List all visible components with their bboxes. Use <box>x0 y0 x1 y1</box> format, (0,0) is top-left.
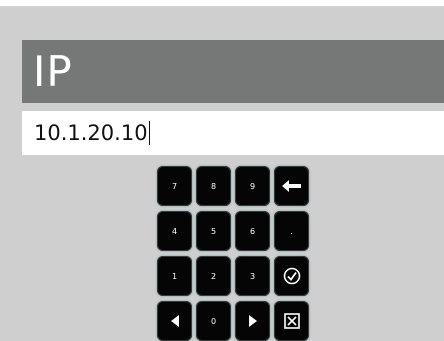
key-6[interactable]: 6 <box>235 211 270 251</box>
key-4[interactable]: 4 <box>157 211 192 251</box>
key-9[interactable]: 9 <box>235 166 270 206</box>
cursor-left-key[interactable] <box>157 301 192 341</box>
arrow-left-icon <box>170 315 179 327</box>
title-bar: IP <box>22 40 444 103</box>
key-label: . <box>290 226 293 236</box>
ip-input-field[interactable]: 10.1.20.10 <box>22 111 444 155</box>
confirm-key[interactable] <box>274 256 309 296</box>
ip-input-value: 10.1.20.10 <box>34 121 148 145</box>
key-0[interactable]: 0 <box>196 301 231 341</box>
top-strip <box>0 0 444 6</box>
key-8[interactable]: 8 <box>196 166 231 206</box>
text-caret <box>148 121 150 145</box>
key-label: 8 <box>210 181 217 191</box>
cancel-key[interactable] <box>274 301 309 341</box>
cancel-x-icon <box>283 313 300 329</box>
key-label: 6 <box>249 226 256 236</box>
key-1[interactable]: 1 <box>157 256 192 296</box>
key-decimal-point[interactable]: . <box>274 211 309 251</box>
key-7[interactable]: 7 <box>157 166 192 206</box>
key-label: 4 <box>171 226 178 236</box>
key-label: 0 <box>210 316 217 326</box>
key-label: 3 <box>249 271 256 281</box>
key-label: 2 <box>210 271 217 281</box>
key-5[interactable]: 5 <box>196 211 231 251</box>
key-label: 9 <box>249 181 256 191</box>
key-label: 7 <box>171 181 178 191</box>
cursor-right-key[interactable] <box>235 301 270 341</box>
backspace-key[interactable] <box>274 166 309 206</box>
page-title: IP <box>33 46 73 96</box>
key-label: 1 <box>171 271 178 281</box>
numeric-keypad: 7 8 9 4 5 6 . 1 2 3 0 <box>157 166 309 341</box>
key-3[interactable]: 3 <box>235 256 270 296</box>
key-label: 5 <box>210 226 217 236</box>
arrow-right-icon <box>248 315 257 327</box>
confirm-check-icon <box>283 267 300 285</box>
key-2[interactable]: 2 <box>196 256 231 296</box>
backspace-arrow-icon <box>281 180 301 192</box>
